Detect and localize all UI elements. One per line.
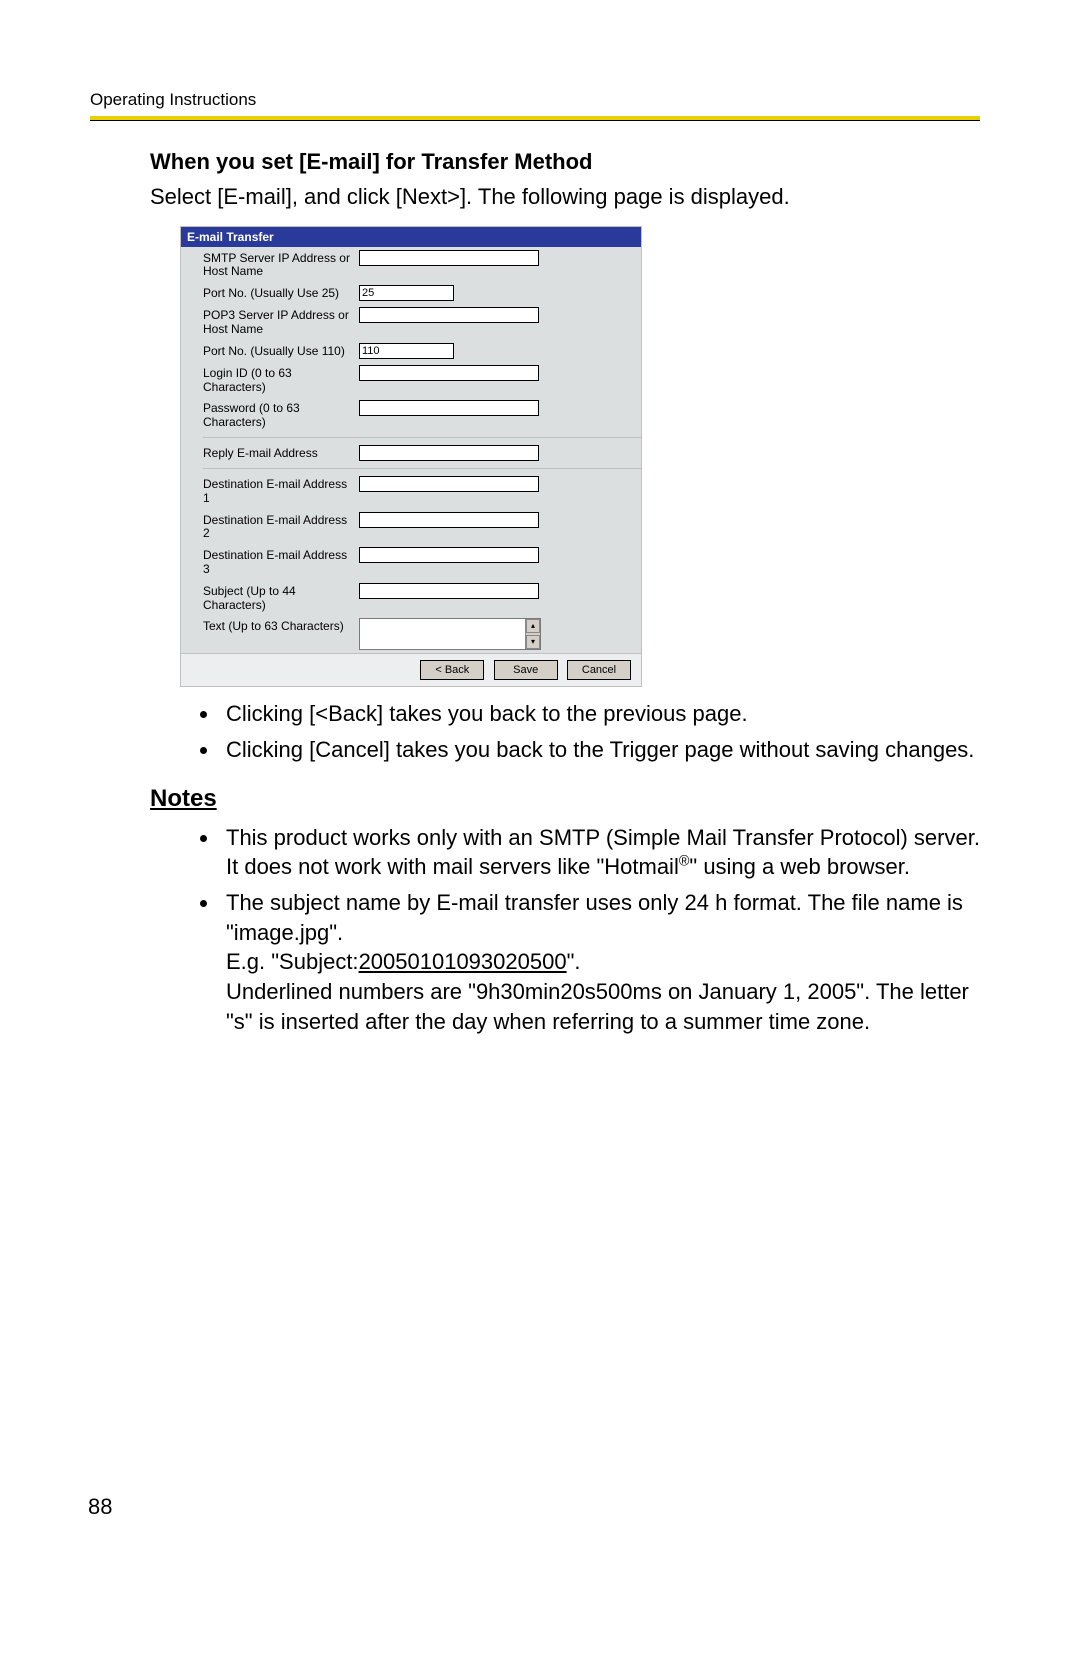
text-input[interactable] xyxy=(359,285,454,301)
field-label: Reply E-mail Address xyxy=(203,445,353,461)
text-input[interactable] xyxy=(359,583,539,599)
form-title: E-mail Transfer xyxy=(181,227,641,247)
text-input[interactable] xyxy=(359,343,454,359)
field-label: Login ID (0 to 63 Characters) xyxy=(203,365,353,395)
page-number: 88 xyxy=(88,1494,112,1520)
text-input[interactable] xyxy=(359,512,539,528)
field-label: POP3 Server IP Address or Host Name xyxy=(203,307,353,337)
notes-list: This product works only with an SMTP (Si… xyxy=(150,823,980,1037)
field-label: Destination E-mail Address 2 xyxy=(203,512,353,542)
text-input[interactable] xyxy=(359,547,539,563)
textarea-scrollbar[interactable]: ▴ ▾ xyxy=(525,619,540,649)
field-label: SMTP Server IP Address or Host Name xyxy=(203,250,353,280)
textarea-label: Text (Up to 63 Characters) xyxy=(203,618,353,634)
scroll-down-icon[interactable]: ▾ xyxy=(526,635,540,649)
field-label: Destination E-mail Address 1 xyxy=(203,476,353,506)
cancel-button[interactable]: Cancel xyxy=(567,660,631,680)
back-button[interactable]: < Back xyxy=(420,660,484,680)
running-head: Operating Instructions xyxy=(90,90,980,110)
after-form-bullets: Clicking [<Back] takes you back to the p… xyxy=(150,699,980,764)
text-input[interactable] xyxy=(359,365,539,381)
field-label: Port No. (Usually Use 25) xyxy=(203,285,353,301)
field-label: Port No. (Usually Use 110) xyxy=(203,343,353,359)
note-item: This product works only with an SMTP (Si… xyxy=(220,823,980,882)
field-label: Subject (Up to 44 Characters) xyxy=(203,583,353,613)
text-input[interactable] xyxy=(359,400,539,416)
header-rule xyxy=(90,116,980,121)
section-title: When you set [E-mail] for Transfer Metho… xyxy=(150,149,980,175)
intro-text: Select [E-mail], and click [Next>]. The … xyxy=(150,183,980,212)
save-button[interactable]: Save xyxy=(494,660,558,680)
text-input[interactable] xyxy=(359,445,539,461)
notes-heading: Notes xyxy=(150,785,980,813)
scroll-up-icon[interactable]: ▴ xyxy=(526,619,540,633)
email-transfer-form: E-mail Transfer SMTP Server IP Address o… xyxy=(180,226,642,688)
text-input[interactable] xyxy=(359,307,539,323)
field-label: Destination E-mail Address 3 xyxy=(203,547,353,577)
bullet-item: Clicking [Cancel] takes you back to the … xyxy=(220,735,980,765)
field-label: Password (0 to 63 Characters) xyxy=(203,400,353,430)
text-input[interactable] xyxy=(359,250,539,266)
note-item: The subject name by E-mail transfer uses… xyxy=(220,888,980,1036)
text-textarea[interactable]: ▴ ▾ xyxy=(359,618,541,650)
bullet-item: Clicking [<Back] takes you back to the p… xyxy=(220,699,980,729)
text-input[interactable] xyxy=(359,476,539,492)
